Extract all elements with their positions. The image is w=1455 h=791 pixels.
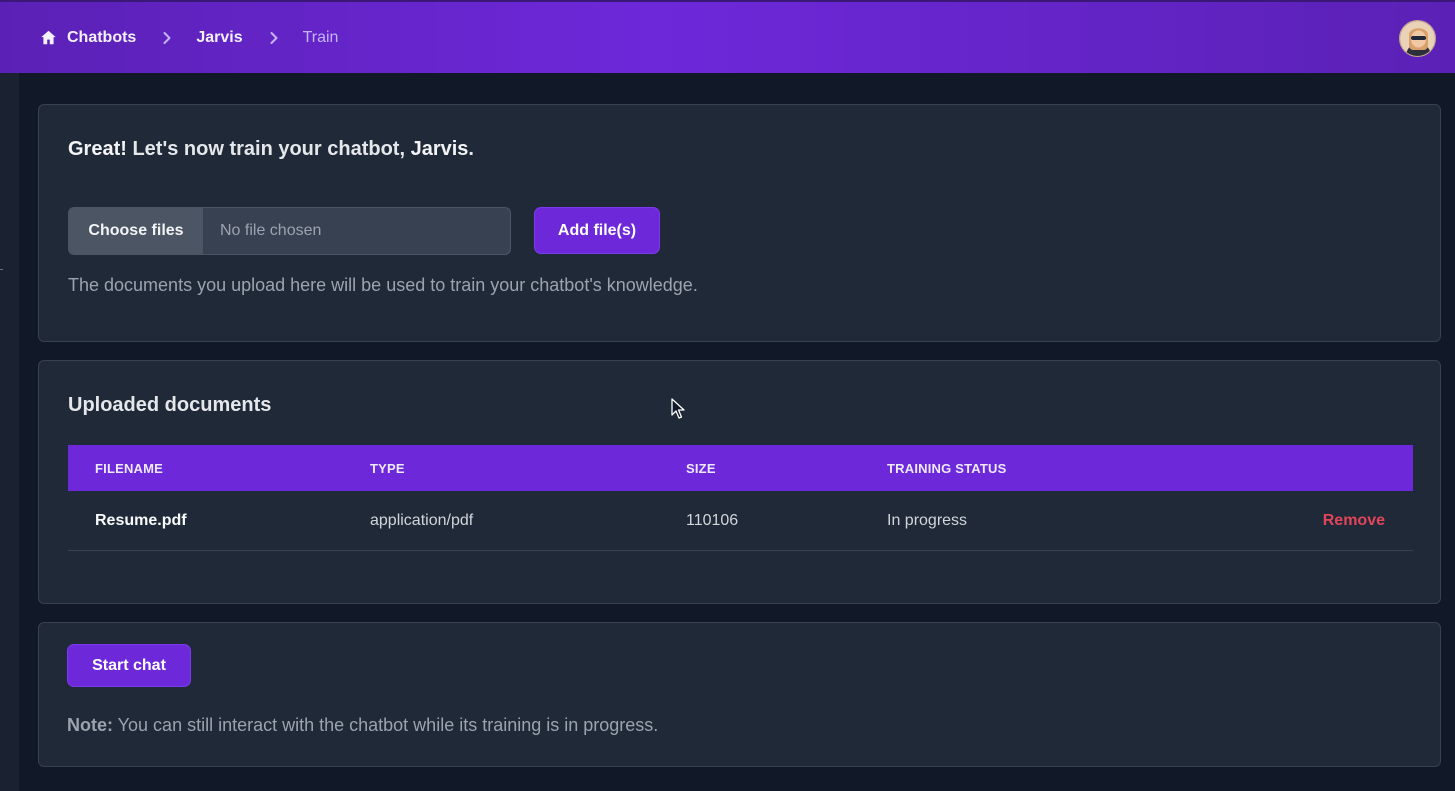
divider [0, 269, 3, 270]
chevron-right-icon [160, 31, 174, 45]
column-header-filename: FILENAME [95, 460, 164, 476]
train-card: Great! Let's now train your chatbot, Jar… [38, 104, 1441, 342]
column-header-type: TYPE [370, 460, 405, 476]
headline-end: . [468, 138, 474, 160]
choose-files-button[interactable]: Choose files [69, 208, 203, 254]
table-header: FILENAME TYPE SIZE TRAINING STATUS [68, 445, 1413, 491]
add-files-button[interactable]: Add file(s) [534, 207, 660, 254]
chevron-right-icon [267, 31, 281, 45]
sidebar-edge [0, 73, 19, 791]
train-headline: Great! Let's now train your chatbot, Jar… [68, 138, 474, 161]
file-input[interactable]: Choose files No file chosen [68, 207, 511, 255]
note-text: Note: You can still interact with the ch… [67, 715, 658, 736]
breadcrumb-item-chatbots[interactable]: Chatbots [40, 29, 136, 47]
breadcrumb-label: Jarvis [196, 28, 243, 46]
bot-name: Jarvis [410, 138, 469, 160]
cell-filename: Resume.pdf [95, 511, 187, 529]
table-row: Resume.pdf application/pdf 110106 In pro… [68, 491, 1413, 551]
column-header-training-status: TRAINING STATUS [887, 460, 1007, 476]
breadcrumb-item-train: Train [303, 29, 339, 47]
breadcrumb: Chatbots Jarvis Train [40, 1, 338, 74]
breadcrumb-item-jarvis[interactable]: Jarvis [196, 29, 242, 47]
documents-table: FILENAME TYPE SIZE TRAINING STATUS Resum… [68, 445, 1413, 551]
column-header-size: SIZE [686, 460, 716, 476]
chat-card: Start chat Note: You can still interact … [38, 622, 1441, 767]
breadcrumb-label: Chatbots [67, 28, 137, 46]
remove-button[interactable]: Remove [1323, 512, 1385, 529]
cell-size: 110106 [686, 511, 739, 529]
breadcrumb-label: Train [302, 28, 339, 46]
documents-card: Uploaded documents FILENAME TYPE SIZE TR… [38, 360, 1441, 604]
file-status: No file chosen [220, 222, 322, 239]
headline-strong: Great! [68, 138, 127, 160]
cell-status: In progress [887, 511, 968, 529]
headline-text: Let's now train your chatbot, [126, 138, 411, 160]
helper-text: The documents you upload here will be us… [68, 275, 698, 295]
top-navbar: Chatbots Jarvis Train [0, 0, 1455, 73]
note-label: Note: [67, 715, 113, 735]
documents-title: Uploaded documents [68, 394, 272, 416]
mouse-cursor-icon [671, 398, 687, 420]
user-avatar[interactable] [1399, 20, 1436, 57]
cell-type: application/pdf [370, 511, 474, 529]
note-body: You can still interact with the chatbot … [113, 715, 659, 735]
start-chat-button[interactable]: Start chat [67, 644, 191, 687]
home-icon [40, 29, 57, 46]
